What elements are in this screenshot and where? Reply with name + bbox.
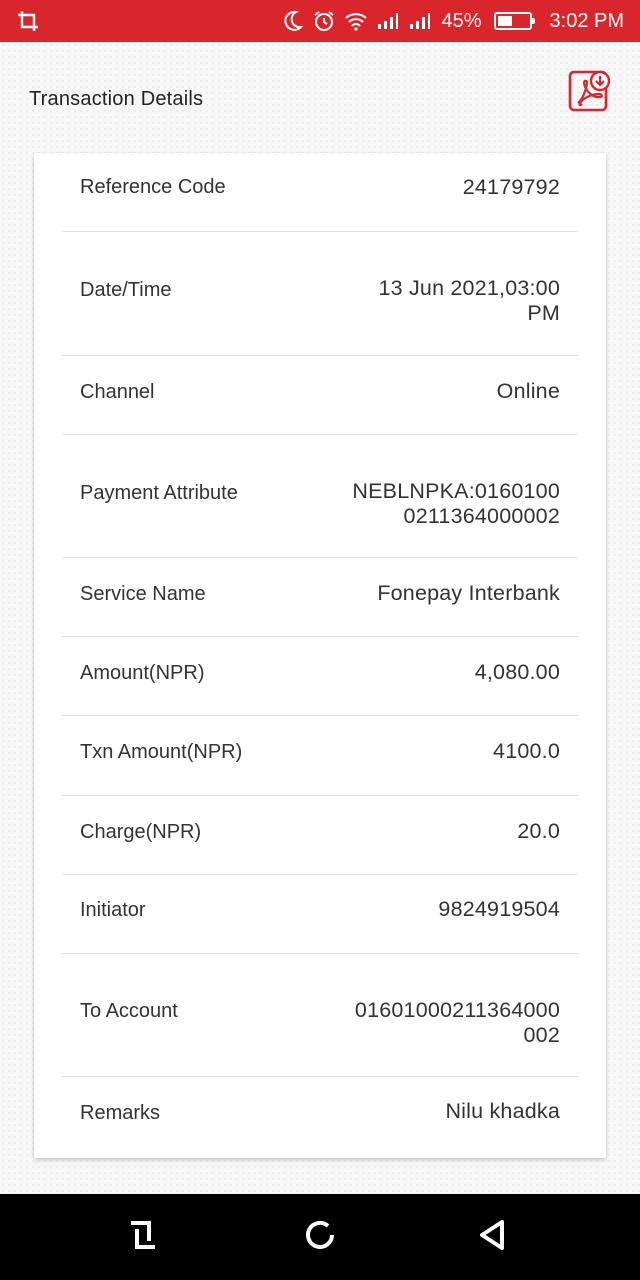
detail-row-service-name: Service Name Fonepay Interbank [62, 558, 578, 637]
pdf-download-icon [567, 69, 611, 118]
recents-icon [127, 1219, 159, 1256]
detail-value: 01601000211364000 002 [354, 998, 560, 1047]
detail-value: 4,080.00 [474, 660, 560, 684]
detail-label: Date/Time [80, 279, 172, 301]
home-button[interactable] [298, 1215, 342, 1259]
detail-value: 24179792 [462, 175, 560, 199]
detail-row-amount: Amount(NPR) 4,080.00 [62, 637, 578, 716]
battery-icon [493, 12, 535, 30]
detail-label: Initiator [80, 899, 146, 921]
back-icon [476, 1218, 508, 1257]
detail-row-payment-attribute: Payment Attribute NEBLNPKA:0160100 02113… [62, 435, 578, 558]
detail-label: Txn Amount(NPR) [80, 741, 243, 763]
detail-row-txn-amount: Txn Amount(NPR) 4100.0 [62, 716, 578, 796]
detail-row-date-time: Date/Time 13 Jun 2021,03:00 PM [62, 232, 578, 356]
wifi-icon [345, 11, 368, 31]
clock: 3:02 PM [549, 9, 624, 32]
signal-icon [409, 12, 431, 30]
detail-label: To Account [80, 1000, 178, 1022]
detail-row-initiator: Initiator 9824919504 [62, 875, 578, 954]
detail-value: Nilu khadka [445, 1099, 560, 1123]
detail-label: Amount(NPR) [80, 662, 205, 684]
detail-value: 20.0 [517, 819, 560, 843]
detail-label: Reference Code [80, 176, 226, 198]
recents-button[interactable] [121, 1215, 165, 1259]
detail-label: Payment Attribute [80, 482, 238, 504]
detail-label: Service Name [80, 583, 206, 605]
detail-row-reference-code: Reference Code 24179792 [62, 153, 578, 232]
signal-icon [377, 12, 399, 30]
detail-row-charge: Charge(NPR) 20.0 [62, 796, 578, 875]
detail-value: 13 Jun 2021,03:00 PM [378, 276, 560, 325]
detail-row-channel: Channel Online [62, 356, 578, 435]
detail-value: 4100.0 [493, 739, 560, 763]
status-bar: 45% 3:02 PM [0, 0, 640, 42]
detail-label: Charge(NPR) [80, 821, 202, 843]
detail-value: 9824919504 [438, 897, 560, 921]
detail-value: Fonepay Interbank [377, 581, 560, 605]
back-button[interactable] [470, 1215, 514, 1259]
pdf-download-button[interactable] [566, 70, 612, 116]
detail-row-remarks: Remarks Nilu khadka [62, 1077, 578, 1157]
navigation-bar [0, 1194, 640, 1280]
home-icon [302, 1217, 338, 1258]
transaction-details-card: Reference Code 24179792 Date/Time 13 Jun… [34, 153, 606, 1158]
detail-value: NEBLNPKA:0160100 0211364000002 [352, 479, 560, 528]
detail-label: Channel [80, 381, 155, 403]
page-title: Transaction Details [29, 88, 204, 110]
detail-value: Online [496, 379, 560, 403]
alarm-icon [313, 10, 335, 32]
battery-percent: 45% [441, 9, 482, 32]
detail-label: Remarks [80, 1102, 161, 1124]
screenshot-icon [16, 9, 40, 33]
detail-row-to-account: To Account 01601000211364000 002 [62, 954, 578, 1077]
moon-icon [283, 10, 304, 32]
